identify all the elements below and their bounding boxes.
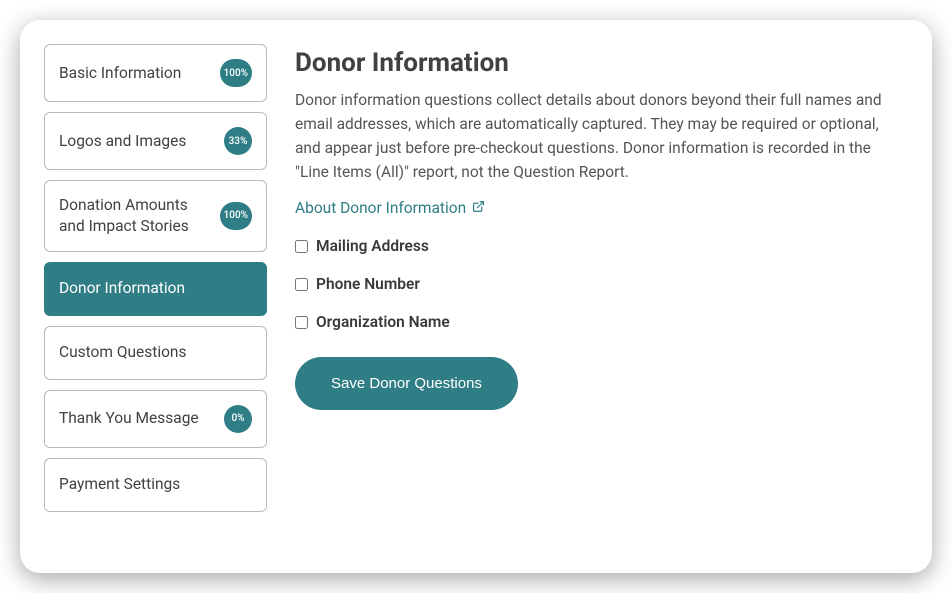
sidebar-item-basic-information[interactable]: Basic Information 100% [44,44,267,102]
mailing-address-checkbox[interactable] [295,240,308,253]
page-title: Donor Information [295,48,904,78]
sidebar-item-custom-questions[interactable]: Custom Questions [44,326,267,380]
sidebar-item-label: Donor Information [59,278,185,299]
sidebar-item-donation-amounts[interactable]: Donation Amounts and Impact Stories 100% [44,180,267,252]
checkbox-label: Mailing Address [316,237,429,255]
settings-panel: Basic Information 100% Logos and Images … [20,20,932,573]
sidebar-item-logos-and-images[interactable]: Logos and Images 33% [44,112,267,170]
sidebar-item-payment-settings[interactable]: Payment Settings [44,458,267,512]
checkbox-row-phone-number: Phone Number [295,275,904,293]
sidebar-item-label: Donation Amounts and Impact Stories [59,195,212,237]
checkbox-label: Organization Name [316,313,450,331]
sidebar-item-label: Payment Settings [59,474,180,495]
progress-badge: 100% [220,59,252,87]
sidebar: Basic Information 100% Logos and Images … [44,44,267,549]
page-description: Donor information questions collect deta… [295,88,904,184]
phone-number-checkbox[interactable] [295,278,308,291]
progress-badge: 33% [224,127,252,155]
organization-name-checkbox[interactable] [295,316,308,329]
sidebar-item-label: Thank You Message [59,408,199,429]
save-donor-questions-button[interactable]: Save Donor Questions [295,357,518,410]
external-link-icon [472,199,485,217]
sidebar-item-label: Basic Information [59,63,181,84]
checkbox-row-mailing-address: Mailing Address [295,237,904,255]
progress-badge: 100% [220,202,252,230]
progress-badge: 0% [224,405,252,433]
sidebar-item-label: Custom Questions [59,342,187,363]
help-link-text: About Donor Information [295,199,466,217]
sidebar-item-donor-information[interactable]: Donor Information [44,262,267,316]
sidebar-item-thank-you-message[interactable]: Thank You Message 0% [44,390,267,448]
about-donor-information-link[interactable]: About Donor Information [295,199,485,217]
checkbox-label: Phone Number [316,275,420,293]
checkbox-row-organization-name: Organization Name [295,313,904,331]
sidebar-item-label: Logos and Images [59,131,186,152]
main-content: Donor Information Donor information ques… [267,44,904,549]
